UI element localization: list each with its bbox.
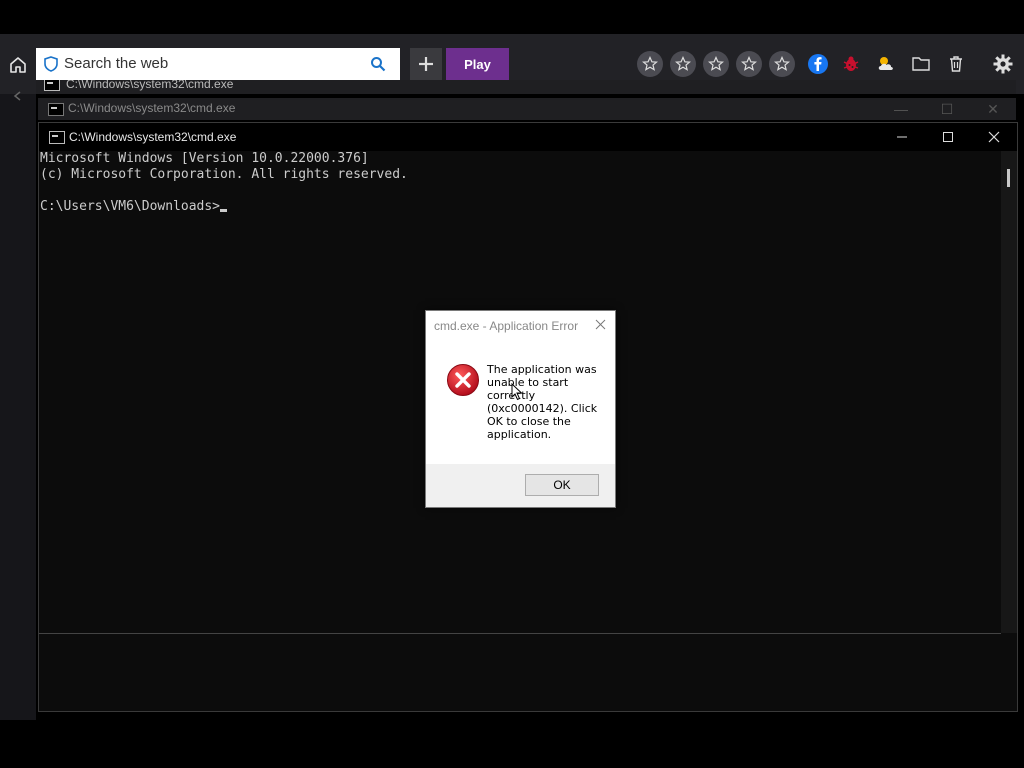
star-icon[interactable]: [670, 51, 696, 77]
gear-icon[interactable]: [990, 51, 1016, 77]
dialog-message: The application was unable to start corr…: [487, 363, 598, 441]
background-window-title[interactable]: C:\Windows\system32\cmd.exe — ☐ ✕: [38, 98, 1016, 120]
minimize-button[interactable]: —: [878, 98, 924, 120]
error-dialog[interactable]: cmd.exe - Application Error The applicat…: [425, 310, 616, 508]
window-title: C:\Windows\system32\cmd.exe: [69, 130, 237, 144]
desktop-background: [0, 91, 36, 720]
bottom-strip: [0, 720, 1024, 768]
back-arrow-icon: [13, 91, 21, 101]
background-window-title[interactable]: C:\Windows\system32\cmd.exe: [36, 80, 1016, 94]
trash-icon[interactable]: [943, 51, 969, 77]
scrollbar[interactable]: [1001, 151, 1017, 633]
minimize-button[interactable]: [879, 123, 925, 151]
search-placeholder: Search the web: [64, 55, 169, 72]
folder-icon[interactable]: [908, 51, 934, 77]
cmd-icon: [48, 103, 64, 116]
home-icon[interactable]: [4, 52, 32, 78]
search-icon[interactable]: [370, 56, 386, 77]
console-line: Microsoft Windows [Version 10.0.22000.37…: [40, 151, 369, 166]
error-icon: [446, 363, 480, 397]
dialog-footer: OK: [426, 464, 615, 507]
star-icon[interactable]: [736, 51, 762, 77]
weather-icon[interactable]: [873, 51, 899, 77]
star-icon[interactable]: [769, 51, 795, 77]
star-icon[interactable]: [637, 51, 663, 77]
facebook-icon[interactable]: [805, 51, 831, 77]
cmd-icon: [49, 131, 65, 144]
close-button[interactable]: [971, 123, 1017, 151]
lower-pane: [39, 633, 1001, 711]
mouse-pointer-icon: [511, 382, 523, 406]
dialog-title: cmd.exe - Application Error: [434, 319, 579, 333]
prompt-line: C:\Users\VM6\Downloads>: [40, 199, 1002, 215]
maximize-button[interactable]: [925, 123, 971, 151]
shield-icon: [44, 56, 58, 72]
search-input[interactable]: Search the web: [36, 48, 400, 80]
maximize-button[interactable]: ☐: [924, 98, 970, 120]
top-strip: [0, 0, 1024, 34]
text-cursor: [220, 209, 228, 212]
close-icon[interactable]: [591, 315, 609, 333]
play-button[interactable]: Play: [446, 48, 509, 80]
bug-icon[interactable]: [838, 51, 864, 77]
ok-button[interactable]: OK: [525, 474, 599, 496]
console-line: (c) Microsoft Corporation. All rights re…: [40, 167, 408, 182]
scrollbar-thumb[interactable]: [1007, 169, 1010, 187]
add-button[interactable]: [410, 48, 442, 80]
star-icon[interactable]: [703, 51, 729, 77]
close-button[interactable]: ✕: [970, 98, 1016, 120]
cmd-icon: [44, 80, 60, 91]
console-prompt: C:\Users\VM6\Downloads>: [40, 199, 221, 214]
window-title-bar[interactable]: C:\Windows\system32\cmd.exe: [39, 123, 1017, 151]
